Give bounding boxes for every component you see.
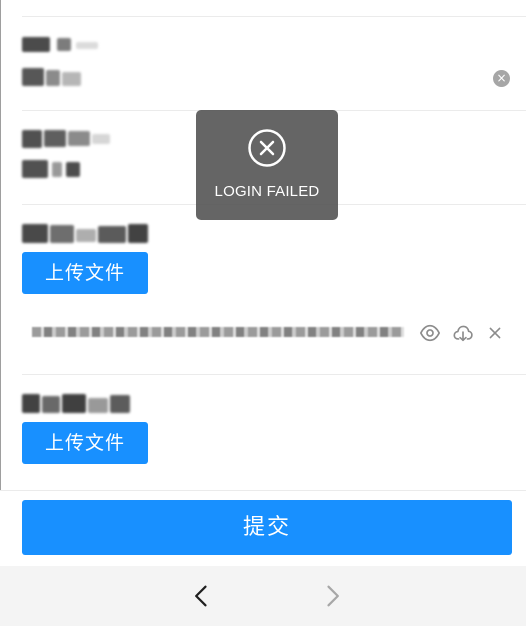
divider xyxy=(0,490,526,491)
chevron-right-icon[interactable] xyxy=(318,582,346,610)
eye-icon[interactable] xyxy=(419,322,441,344)
mobile-form-page: × 上传文件 上传文件 提交 LOGIN FAILED xyxy=(0,0,526,626)
uploaded-file-item xyxy=(22,318,512,348)
login-failed-toast: LOGIN FAILED xyxy=(196,110,338,220)
cloud-download-icon[interactable] xyxy=(452,322,474,344)
toast-message: LOGIN FAILED xyxy=(214,183,320,200)
close-icon[interactable] xyxy=(484,322,506,344)
upload-button-one[interactable]: 上传文件 xyxy=(22,252,148,294)
uploaded-file-name[interactable] xyxy=(32,327,404,337)
close-circle-icon xyxy=(248,129,286,167)
upload-button-two[interactable]: 上传文件 xyxy=(22,422,148,464)
submit-button[interactable]: 提交 xyxy=(22,500,512,555)
divider xyxy=(22,16,526,17)
browser-navigation-bar xyxy=(0,566,526,626)
chevron-left-icon[interactable] xyxy=(188,582,216,610)
divider xyxy=(22,374,526,375)
close-circle-icon[interactable]: × xyxy=(493,70,510,87)
left-border xyxy=(0,0,1,490)
